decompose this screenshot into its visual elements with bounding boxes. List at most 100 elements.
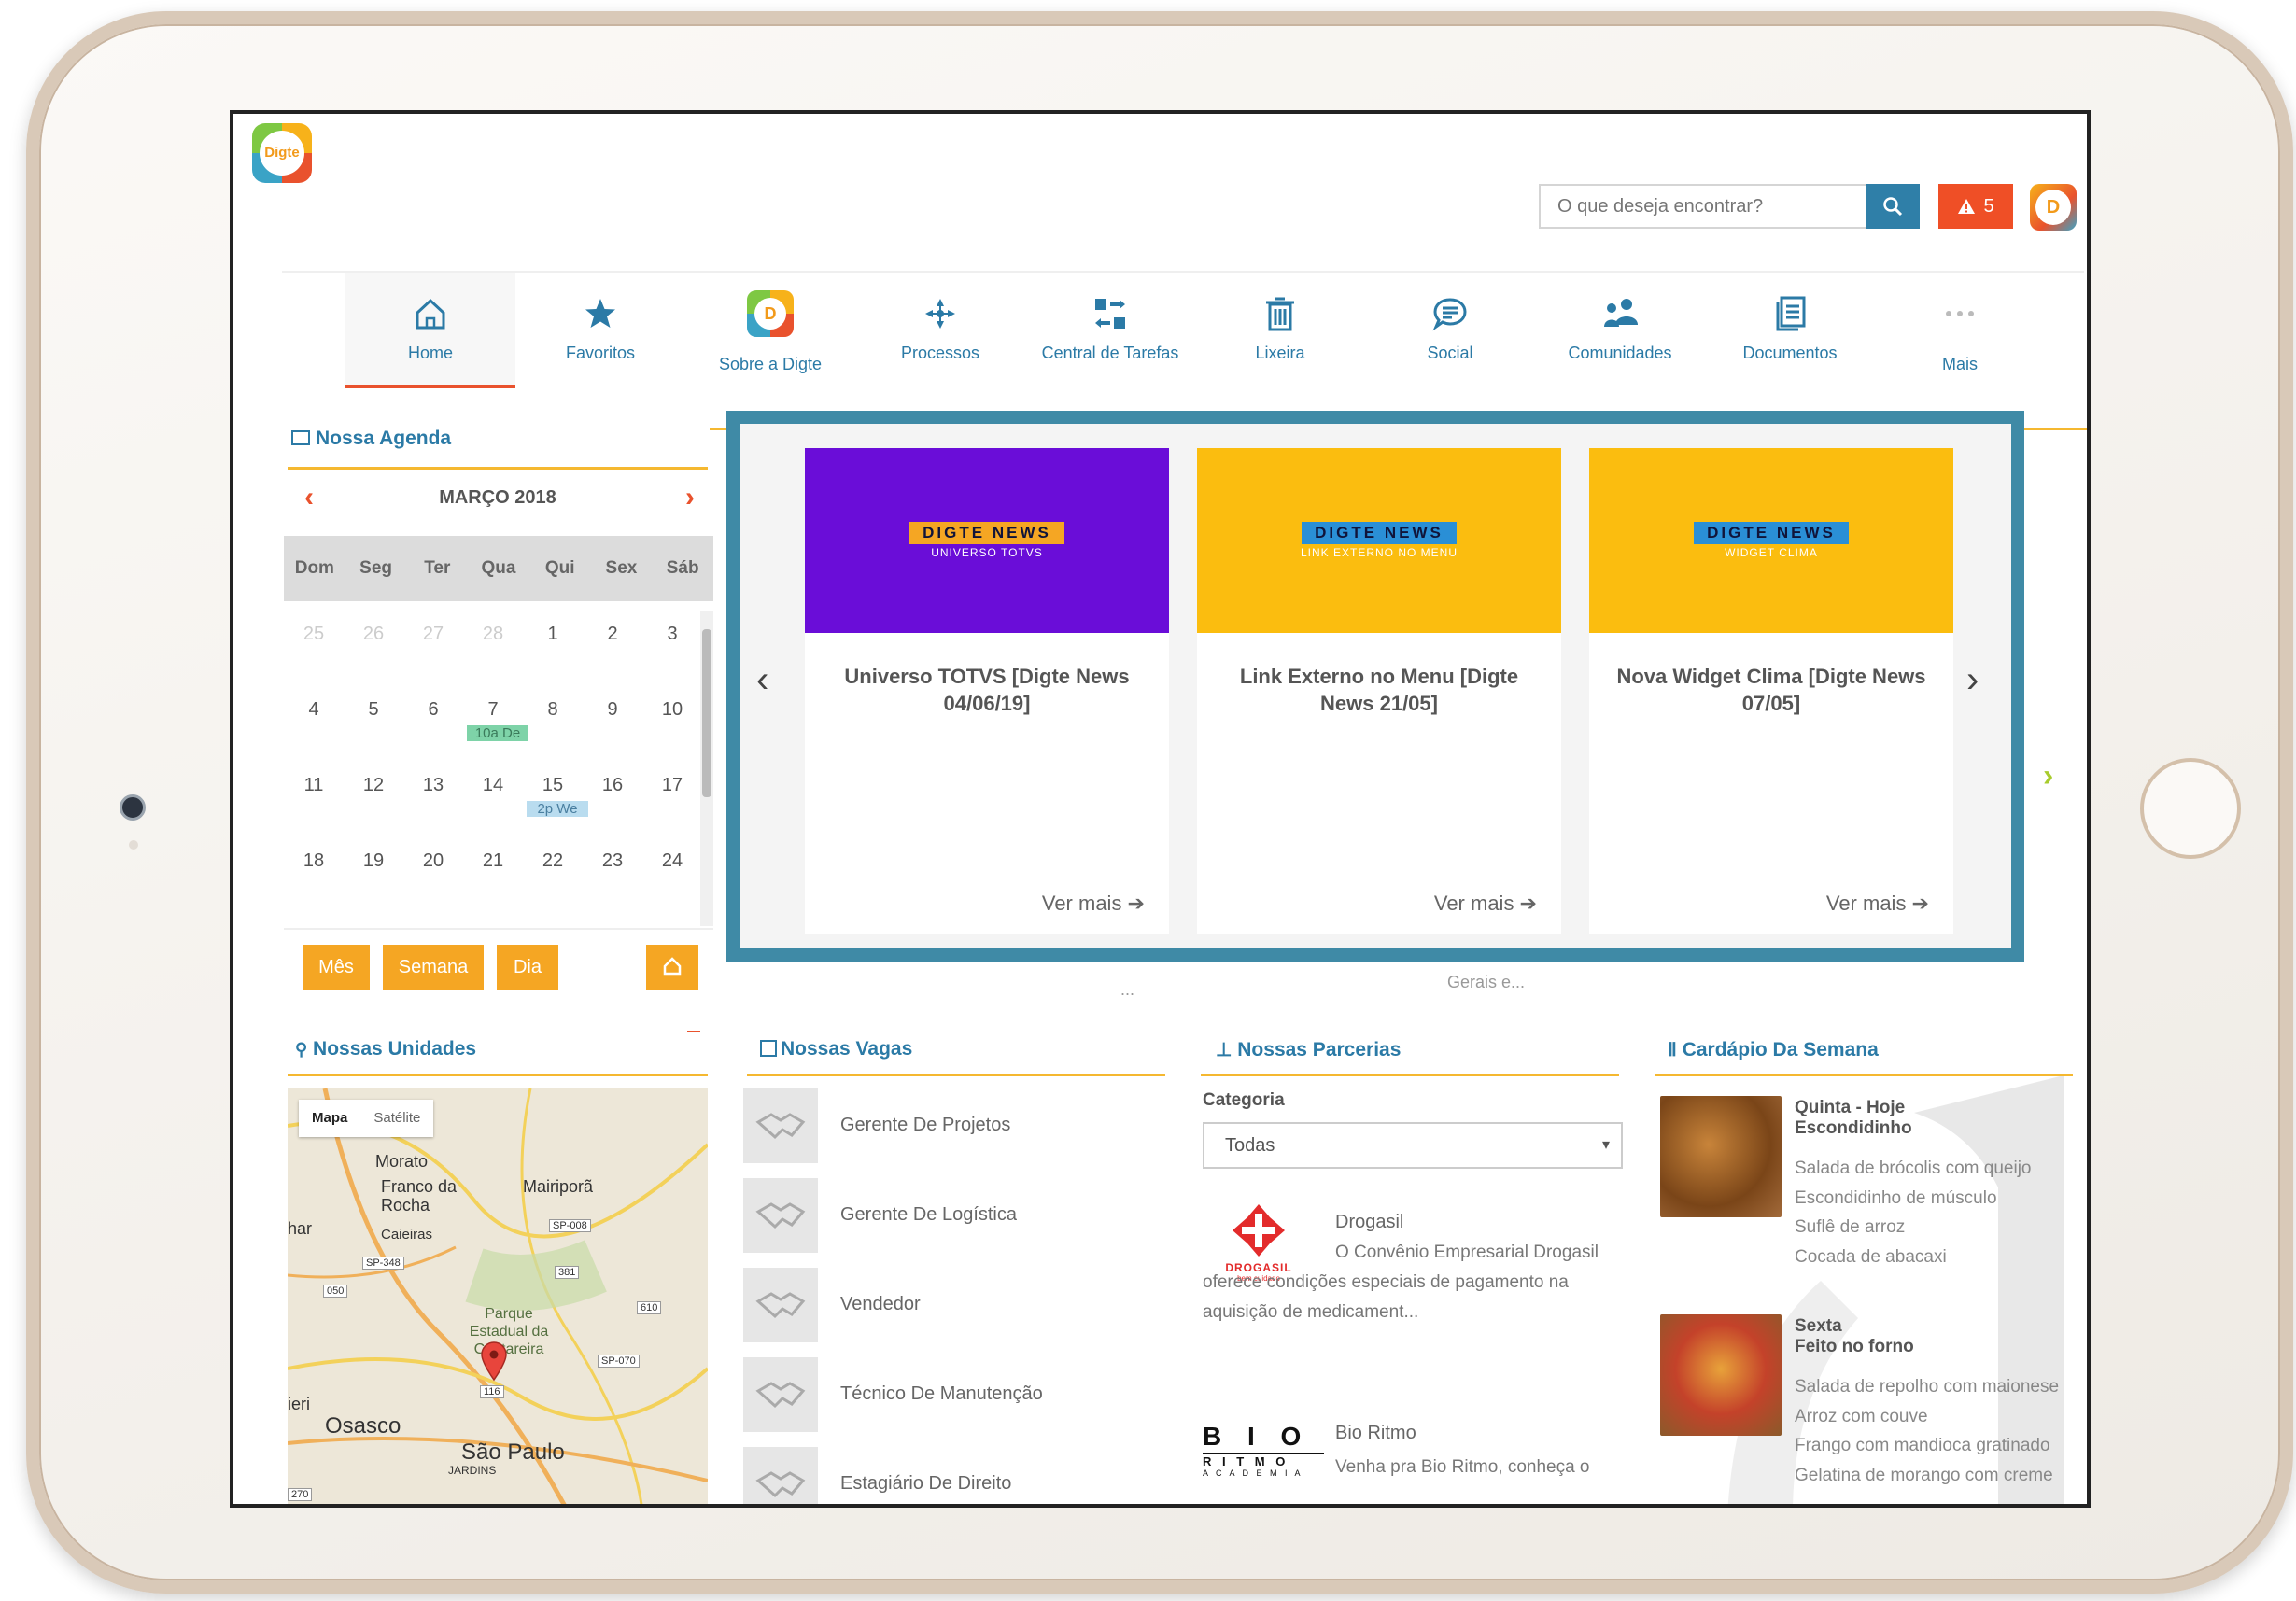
calendar-day[interactable]: 26 (344, 601, 403, 677)
nav-documentos[interactable]: Documentos (1705, 273, 1875, 388)
carousel-prev-button[interactable]: ‹ (756, 659, 768, 701)
partner-name[interactable]: Drogasil (1335, 1212, 1403, 1233)
star-icon (585, 299, 615, 328)
calendar-month: MARÇO 2018 (439, 487, 556, 508)
category-select[interactable]: Todas (1203, 1122, 1623, 1169)
road-shield: 270 (288, 1488, 313, 1501)
tablet-home-button[interactable] (2140, 758, 2241, 859)
digte-logo[interactable]: Digte (252, 123, 312, 183)
calendar-day[interactable]: 6 (403, 677, 463, 752)
calendar-day[interactable]: 20 (403, 828, 463, 904)
nav-lixeira[interactable]: Lixeira (1195, 273, 1365, 388)
calendar-day[interactable]: 12 (344, 752, 403, 828)
calendar-event[interactable]: 2p We (527, 801, 588, 817)
jobs-title: Nossas Vagas (760, 1038, 912, 1060)
satellite-tab[interactable]: Satélite (360, 1100, 433, 1137)
menu-item: Gelatina de morango com creme (1795, 1465, 2053, 1485)
calendar-day[interactable]: 19 (344, 828, 403, 904)
calendar-day[interactable]: 4 (284, 677, 344, 752)
news-card[interactable]: DIGTE NEWS WIDGET CLIMA Nova Widget Clim… (1589, 448, 1953, 934)
calendar-day[interactable]: 2 (583, 601, 642, 677)
job-item[interactable]: Técnico De Manutenção (743, 1357, 1154, 1432)
search-input[interactable] (1539, 184, 1866, 229)
calendar-day[interactable]: 11 (284, 752, 344, 828)
week-view-button[interactable]: Semana (383, 945, 484, 990)
read-more-link[interactable]: Ver mais ➔ (1434, 892, 1537, 916)
calendar-day[interactable]: 13 (403, 752, 463, 828)
job-item[interactable]: Estagiário De Direito (743, 1447, 1154, 1504)
calendar-event[interactable]: 10a De (467, 725, 528, 741)
calendar-day[interactable]: 9 (583, 677, 642, 752)
nav-favoritos[interactable]: Favoritos (515, 273, 685, 388)
alerts-button[interactable]: 5 (1938, 184, 2013, 229)
partners-divider (1201, 1074, 1619, 1076)
units-map[interactable]: Mapa Satélite Morato Franco da Rocha Mai… (288, 1088, 708, 1504)
job-item[interactable]: Gerente De Projetos (743, 1088, 1154, 1163)
calendar-day[interactable]: 24 (642, 828, 702, 904)
nav-comunidades[interactable]: Comunidades (1535, 273, 1705, 388)
month-view-button[interactable]: Mês (303, 945, 370, 990)
day-view-button[interactable]: Dia (497, 945, 558, 990)
chat-icon (1432, 298, 1467, 331)
nav-label: Favoritos (565, 344, 636, 362)
calendar-day[interactable]: 5 (344, 677, 403, 752)
search-button[interactable] (1866, 184, 1920, 229)
nav-sobre-a-digte[interactable]: D Sobre a Digte (685, 273, 855, 388)
job-item[interactable]: Gerente De Logística (743, 1178, 1154, 1253)
calendar-day[interactable]: 1 (523, 601, 583, 677)
communities-icon (1604, 299, 1638, 327)
map-marker-icon[interactable] (480, 1341, 508, 1382)
calendar-day[interactable]: 10 (642, 677, 702, 752)
calendar-day[interactable]: 22 (523, 828, 583, 904)
calendar-scrollbar[interactable] (700, 611, 713, 926)
nav-processos[interactable]: Processos (855, 273, 1025, 388)
news-title[interactable]: Nova Widget Clima [Digte News 07/05] (1608, 663, 1935, 717)
map-tab[interactable]: Mapa (299, 1100, 360, 1137)
calendar-day[interactable]: 8 (523, 677, 583, 752)
calendar-day[interactable]: 7 10a De (463, 677, 528, 752)
partner-name[interactable]: Bio Ritmo (1335, 1423, 1416, 1444)
collapse-icon[interactable] (687, 1031, 700, 1032)
calendar-day[interactable]: 27 (403, 601, 463, 677)
news-card[interactable]: DIGTE NEWS LINK EXTERNO NO MENU Link Ext… (1197, 448, 1561, 934)
nav-social[interactable]: Social (1365, 273, 1535, 388)
calendar-day[interactable]: 23 (583, 828, 642, 904)
nav-mais[interactable]: Mais (1875, 273, 2045, 388)
units-divider (288, 1074, 708, 1076)
news-title[interactable]: Universo TOTVS [Digte News 04/06/19] (824, 663, 1150, 717)
calendar-day[interactable]: 3 (642, 601, 702, 677)
section-next-arrow[interactable]: › (2043, 758, 2053, 794)
calendar-day[interactable]: 28 (463, 601, 523, 677)
calendar-day[interactable]: 15 2p We (523, 752, 588, 828)
bioritmo-logo[interactable]: B I O R I T M O A C A D E M I A (1203, 1423, 1324, 1478)
menu-items: Salada de repolho com maionese Arroz com… (1795, 1372, 2059, 1490)
calendar-day[interactable]: 21 (463, 828, 523, 904)
menu-items: Salada de brócolis com queijo Escondidin… (1795, 1154, 2032, 1271)
calendar-day[interactable]: 25 (284, 601, 344, 677)
scrollbar-thumb[interactable] (702, 629, 711, 797)
today-button[interactable] (646, 945, 698, 990)
news-card[interactable]: DIGTE NEWS UNIVERSO TOTVS Universo TOTVS… (805, 448, 1169, 934)
tablet-sensor (129, 840, 138, 850)
calendar-next-button[interactable]: › (685, 482, 695, 513)
user-avatar[interactable]: D (2030, 184, 2077, 231)
calendar-day[interactable]: 16 (583, 752, 642, 828)
news-title[interactable]: Link Externo no Menu [Digte News 21/05] (1216, 663, 1542, 717)
news-banner: DIGTE NEWS LINK EXTERNO NO MENU (1197, 448, 1561, 633)
nav-central-de-tarefas[interactable]: Central de Tarefas (1025, 273, 1195, 388)
calendar-day[interactable]: 14 (463, 752, 523, 828)
nav-label: Central de Tarefas (1041, 344, 1179, 362)
map-place-label: Franco da Rocha (381, 1177, 458, 1215)
carousel-next-button[interactable]: › (1966, 659, 1979, 701)
read-more-link[interactable]: Ver mais ➔ (1042, 892, 1145, 916)
nav-home[interactable]: Home (345, 273, 515, 388)
menu-item: Salada de brócolis com queijo (1795, 1159, 2032, 1178)
calendar-day[interactable]: 18 (284, 828, 344, 904)
news-banner: DIGTE NEWS WIDGET CLIMA (1589, 448, 1953, 633)
search-icon (1883, 197, 1903, 217)
read-more-link[interactable]: Ver mais ➔ (1826, 892, 1929, 916)
job-item[interactable]: Vendedor (743, 1268, 1154, 1342)
road-shield: SP-008 (549, 1219, 591, 1232)
processes-icon (925, 299, 955, 329)
calendar-day[interactable]: 17 (642, 752, 702, 828)
